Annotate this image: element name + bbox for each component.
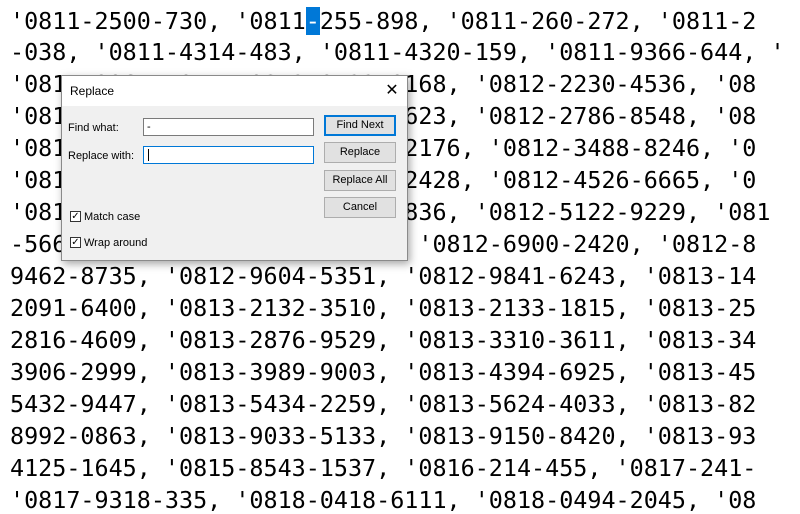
find-what-label: Find what: <box>68 122 119 134</box>
close-icon[interactable]: ✕ <box>377 76 407 106</box>
editor-line: '0811-2500-730, '0811-255-898, '0811-260… <box>10 7 757 35</box>
dialog-titlebar[interactable]: Replace ✕ <box>62 76 407 106</box>
editor-line: -038, '0811-4314-483, '0811-4320-159, '0… <box>10 38 785 66</box>
text-caret <box>148 149 149 162</box>
find-next-button[interactable]: Find Next <box>324 115 396 136</box>
find-what-value: - <box>147 121 151 133</box>
editor-line: 3906-2999, '0813-3989-9003, '0813-4394-6… <box>10 358 757 386</box>
wrap-around-label[interactable]: Wrap around <box>84 237 147 249</box>
find-what-input[interactable]: - <box>143 118 314 136</box>
editor-line: 2816-4609, '0813-2876-9529, '0813-3310-3… <box>10 326 757 354</box>
replace-all-button[interactable]: Replace All <box>324 170 396 191</box>
replace-with-label: Replace with: <box>68 150 135 162</box>
editor-line: 8992-0863, '0813-9033-5133, '0813-9150-8… <box>10 422 757 450</box>
selected-text: - <box>305 7 320 35</box>
match-case-checkbox[interactable]: ✓ <box>70 211 81 222</box>
replace-dialog: Replace ✕ Find what: - Replace with: Fin… <box>61 75 408 261</box>
wrap-around-checkbox[interactable]: ✓ <box>70 237 81 248</box>
dialog-title: Replace <box>70 84 115 98</box>
editor-line: '0817-9318-335, '0818-0418-6111, '0818-0… <box>10 486 757 514</box>
editor-line: 9462-8735, '0812-9604-5351, '0812-9841-6… <box>10 262 757 290</box>
editor-line: 4125-1645, '0815-8543-1537, '0816-214-45… <box>10 454 757 482</box>
match-case-label[interactable]: Match case <box>84 211 140 223</box>
cancel-button[interactable]: Cancel <box>324 197 396 218</box>
replace-button[interactable]: Replace <box>324 142 396 163</box>
editor-line: 5432-9447, '0813-5434-2259, '0813-5624-4… <box>10 390 757 418</box>
editor-line: 2091-6400, '0813-2132-3510, '0813-2133-1… <box>10 294 757 322</box>
replace-with-input[interactable] <box>143 146 314 164</box>
